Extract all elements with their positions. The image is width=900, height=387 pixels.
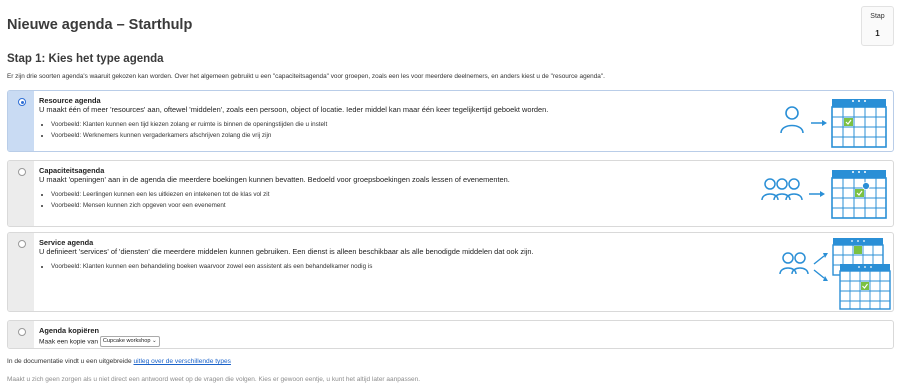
doc-prefix: In de documentatie vindt u een uitgebrei… xyxy=(7,358,134,365)
example-item: Voorbeeld: Klanten kunnen een tijd kieze… xyxy=(51,121,327,128)
step-intro: Er zijn drie soorten agenda's waaruit ge… xyxy=(7,73,605,80)
page-title: Nieuwe agenda – Starthulp xyxy=(7,17,193,33)
person-icon xyxy=(780,106,804,134)
example-item: Voorbeeld: Werknemers kunnen vergaderkam… xyxy=(51,132,327,139)
example-list: Voorbeeld: Leerlingen kunnen een les uit… xyxy=(39,191,269,213)
option-title: Agenda kopiëren xyxy=(39,326,99,335)
option-agenda-kopieren[interactable]: Agenda kopiëren Maak een kopie van Cupca… xyxy=(7,320,894,349)
group-icon xyxy=(761,178,803,201)
hint-text: Maakt u zich geen zorgen als u niet dire… xyxy=(7,376,421,383)
arrow-icon xyxy=(809,191,825,197)
example-item: Voorbeeld: Klanten kunnen een behandelin… xyxy=(51,263,372,270)
copy-source-select[interactable]: Cupcake workshop ⌄ xyxy=(99,336,160,347)
option-title: Resource agenda xyxy=(39,96,101,105)
example-list: Voorbeeld: Klanten kunnen een tijd kieze… xyxy=(39,121,327,143)
calendar-icon xyxy=(831,99,887,148)
copy-prefix: Maak een kopie van xyxy=(39,338,99,346)
option-service-agenda[interactable]: Service agenda U definieert 'services' o… xyxy=(7,232,894,312)
calendar-icon xyxy=(839,264,891,310)
example-list: Voorbeeld: Klanten kunnen een behandelin… xyxy=(39,263,372,274)
documentation-line: In de documentatie vindt u een uitgebrei… xyxy=(7,358,231,365)
example-item: Voorbeeld: Mensen kunnen zich opgeven vo… xyxy=(51,202,269,209)
option-description: U maakt 'openingen' aan in de agenda die… xyxy=(39,175,510,184)
step-number: 1 xyxy=(875,29,880,38)
radio-resource-agenda[interactable] xyxy=(18,98,26,106)
radio-capaciteitsagenda[interactable] xyxy=(18,168,26,176)
option-capaciteitsagenda[interactable]: Capaciteitsagenda U maakt 'openingen' aa… xyxy=(7,160,894,227)
radio-service-agenda[interactable] xyxy=(18,240,26,248)
option-title: Service agenda xyxy=(39,238,94,247)
chevron-down-icon: ⌄ xyxy=(152,338,157,344)
step-label: Stap xyxy=(870,13,885,20)
capacity-illustration xyxy=(761,170,887,219)
radio-agenda-kopieren[interactable] xyxy=(18,328,26,336)
service-illustration xyxy=(779,238,891,310)
resource-illustration xyxy=(780,99,887,148)
example-item: Voorbeeld: Leerlingen kunnen een les uit… xyxy=(51,191,269,198)
copy-row: Maak een kopie van Cupcake workshop ⌄ xyxy=(39,336,160,347)
copy-source-value: Cupcake workshop xyxy=(102,338,151,344)
option-description: U maakt één of meer 'resources' aan, oft… xyxy=(39,105,549,114)
arrow-icon xyxy=(813,253,828,281)
option-title: Capaciteitsagenda xyxy=(39,166,105,175)
step-title: Stap 1: Kies het type agenda xyxy=(7,53,164,65)
step-indicator: Stap 1 xyxy=(861,6,894,46)
option-resource-agenda[interactable]: Resource agenda U maakt één of meer 'res… xyxy=(7,90,894,152)
doc-link[interactable]: uitleg over de verschillende types xyxy=(133,358,231,365)
option-description: U definieert 'services' of 'diensten' di… xyxy=(39,247,534,256)
group-icon xyxy=(779,252,809,275)
calendar-icon xyxy=(831,170,887,219)
arrow-icon xyxy=(811,120,827,126)
